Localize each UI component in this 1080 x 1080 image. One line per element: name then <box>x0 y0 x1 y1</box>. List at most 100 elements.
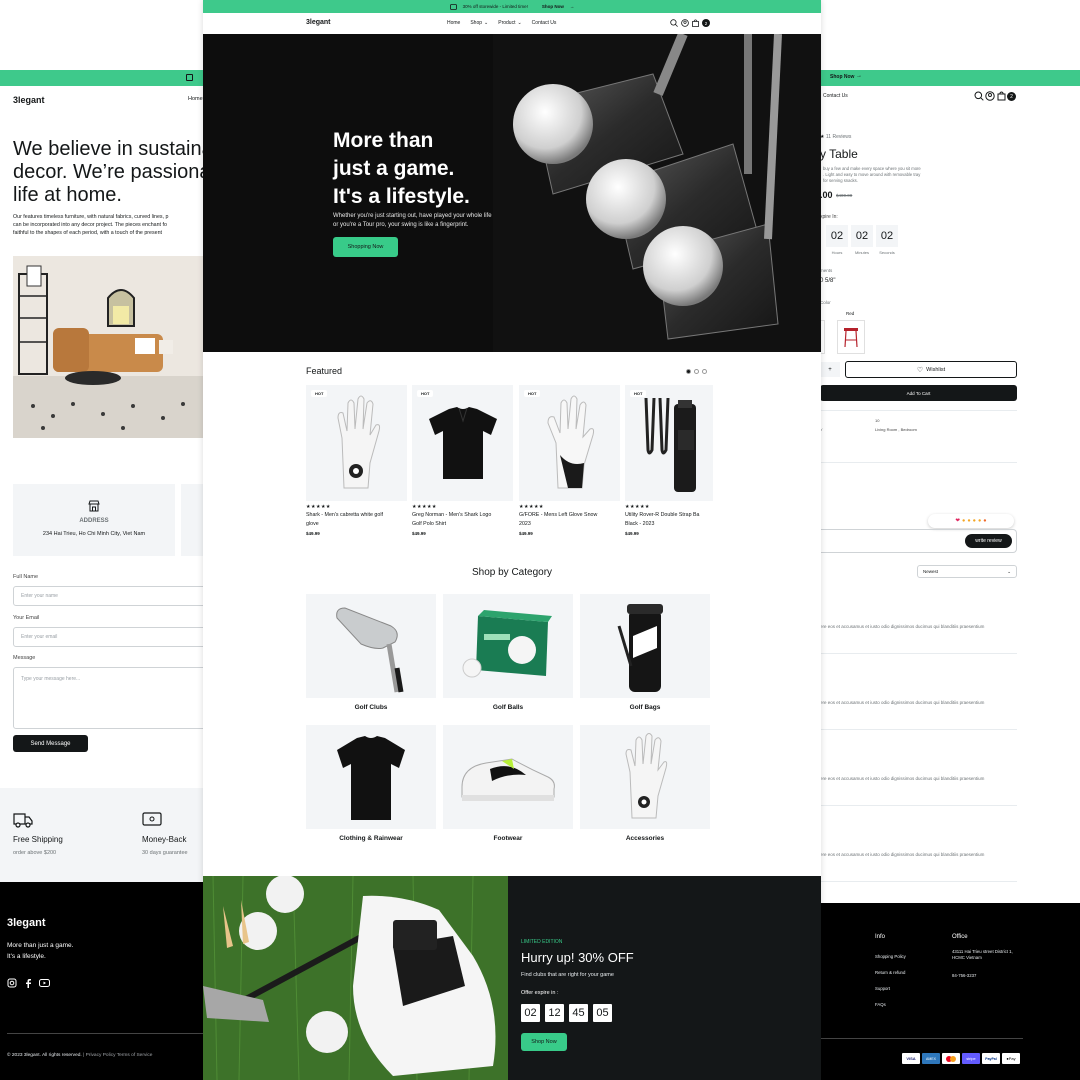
color-red-label: Red <box>846 311 855 316</box>
send-message-button[interactable]: Send Message <box>13 735 88 752</box>
category-label: Clothing & Rainwear <box>339 835 403 842</box>
glove-icon <box>625 733 668 819</box>
product-title: y Table <box>820 147 858 161</box>
laugh-reaction-icon[interactable]: ● <box>978 518 981 524</box>
footer-policy-links[interactable]: | Privacy Policy Terms of Service <box>83 1053 152 1058</box>
angry-reaction-icon[interactable]: ● <box>983 518 986 524</box>
left-nav-home[interactable]: Home <box>188 96 203 102</box>
left-brand-logo[interactable]: 3legant <box>13 95 45 105</box>
nav-product[interactable]: Product ⌄ <box>498 20 521 26</box>
product-image: HOT <box>625 385 713 501</box>
user-icon[interactable] <box>681 19 689 27</box>
polo-shirt-icon <box>337 736 405 820</box>
category-clothing[interactable]: Clothing & Rainwear <box>306 725 436 842</box>
footer-link-return[interactable]: Return & refund <box>875 965 906 981</box>
product-card[interactable]: HOT ★★★★★ Utility Rover-R Double Strap B… <box>625 385 713 536</box>
product-price: $49.99 <box>412 531 426 536</box>
hero-shop-button[interactable]: Shopping Now <box>333 237 398 257</box>
about-heading-line-3: life at home. <box>13 184 122 206</box>
facebook-icon[interactable] <box>24 978 32 988</box>
footer-link-support[interactable]: Support <box>875 981 906 997</box>
right-footer: Info Shopping Policy Return & refund Sup… <box>820 903 1080 1080</box>
nav-shop[interactable]: Shop ⌄ <box>470 20 488 26</box>
review-divider-3 <box>820 805 1017 806</box>
qty-plus-button[interactable]: + <box>820 362 840 377</box>
write-review-button[interactable]: write review <box>965 534 1012 548</box>
brand-logo[interactable]: 3legant <box>306 19 331 26</box>
offer-expire-label: Offer expire in : <box>521 990 559 996</box>
cart-icon[interactable] <box>692 19 699 27</box>
search-icon[interactable] <box>670 19 678 27</box>
category-image <box>580 594 710 698</box>
category-golf-bags[interactable]: Golf Bags <box>580 594 710 711</box>
reviews-count[interactable]: 11 Reviews <box>826 134 851 140</box>
featured-title: Featured <box>306 366 343 376</box>
promo-countdown: 02 12 45 05 <box>521 1004 612 1022</box>
clap-reaction-icon[interactable]: ● <box>962 518 965 524</box>
add-to-cart-button[interactable]: Add To Cart <box>820 385 1017 401</box>
reaction-bar[interactable]: ❤ ● ● ● ● ● <box>928 514 1014 528</box>
full-name-input[interactable]: Enter your name <box>13 586 205 606</box>
right-footer-divider <box>820 1038 1023 1039</box>
features-strip: Free Shipping order above $200 Money-Bac… <box>0 788 205 882</box>
category-image <box>443 725 573 829</box>
product-name: Shark - Men's cabretta white golf glove <box>306 511 407 529</box>
promo-shop-now-button[interactable]: Shop Now <box>521 1033 567 1051</box>
review-divider-1 <box>820 653 1017 654</box>
hot-badge: HOT <box>311 390 328 397</box>
wishlist-button[interactable]: ♡ Wishlist <box>845 361 1017 378</box>
living-room-image <box>13 256 205 438</box>
heart-reaction-icon[interactable]: ❤ <box>955 518 960 524</box>
youtube-icon[interactable] <box>39 979 50 987</box>
black-polo-icon <box>428 407 497 479</box>
thumb-reaction-icon[interactable]: ● <box>967 518 970 524</box>
promo-shop-now-link[interactable]: Shop Now <box>542 4 564 9</box>
category-footwear[interactable]: Footwear <box>443 725 573 842</box>
footer-divider <box>7 1033 205 1034</box>
pager-dot-active[interactable] <box>686 369 691 374</box>
footer-link-shopping-policy[interactable]: Shopping Policy <box>875 949 906 965</box>
golf-glove-grass-image <box>203 876 508 1080</box>
email-input[interactable]: Enter your email <box>13 627 205 647</box>
right-nav-contact[interactable]: Contact Us <box>823 93 848 99</box>
footer-info-links: Shopping Policy Return & refund Support … <box>875 949 906 1013</box>
category-golf-balls[interactable]: Golf Balls <box>443 594 573 711</box>
product-card[interactable]: HOT ★★★★★ Greg Norman - Men's Shark Logo… <box>412 385 513 536</box>
product-desc-line-3: for serving snacks. <box>823 178 858 183</box>
category-accessories[interactable]: Accessories <box>580 725 710 842</box>
category-image <box>580 725 710 829</box>
instagram-icon[interactable] <box>7 978 17 988</box>
golf-irons-image <box>493 34 821 352</box>
review-text-3: ere eos et accusamus et iusto odio digni… <box>820 776 985 781</box>
color-option-red[interactable] <box>837 320 865 354</box>
countdown-days: 02 <box>521 1004 540 1022</box>
sort-select[interactable]: Newest ⌄ <box>917 565 1017 578</box>
footer-link-faqs[interactable]: FAQs <box>875 997 906 1013</box>
hero-subtitle: Whether you're just starting out, have p… <box>333 212 492 230</box>
category-label: Footwear <box>493 835 523 842</box>
product-card[interactable]: HOT ★★★★★ Shark - Men's cabretta white g… <box>306 385 407 536</box>
user-icon[interactable] <box>985 91 995 101</box>
category-golf-clubs[interactable]: Golf Clubs <box>306 594 436 711</box>
nav-contact[interactable]: Contact Us <box>532 20 557 26</box>
product-name-line-2: Black - 2023 <box>625 521 655 527</box>
product-price: $49.99 <box>306 531 320 536</box>
left-promo-bar <box>0 70 205 86</box>
search-icon[interactable] <box>974 91 984 101</box>
footer-office-address: 43111 Hai Trieu street District 1, HCMC … <box>952 949 1013 961</box>
product-card[interactable]: HOT ★★★★★ G/FORE - Mens Left Glove Snow 2… <box>519 385 620 536</box>
color-label[interactable]: Color <box>820 300 831 305</box>
countdown-minutes-label: Minutes <box>854 250 869 255</box>
message-textarea[interactable]: Type your message here... <box>13 667 205 729</box>
nav-home[interactable]: Home <box>447 20 460 26</box>
cart-icon[interactable] <box>997 91 1006 101</box>
smile-reaction-icon[interactable]: ● <box>973 518 976 524</box>
main-navbar: 3legant Home Shop ⌄ Product ⌄ Contact Us 2 <box>203 13 821 34</box>
product-desc: buy a few and make every space where you… <box>823 166 921 184</box>
footer-brand[interactable]: 3legant <box>7 917 46 929</box>
pager-dot[interactable] <box>702 369 707 374</box>
pager-dot[interactable] <box>694 369 699 374</box>
promo-eyebrow: LIMITED EDITION <box>521 939 563 945</box>
ticket-icon <box>186 74 193 81</box>
right-promo-link[interactable]: Shop Now <box>830 74 854 80</box>
